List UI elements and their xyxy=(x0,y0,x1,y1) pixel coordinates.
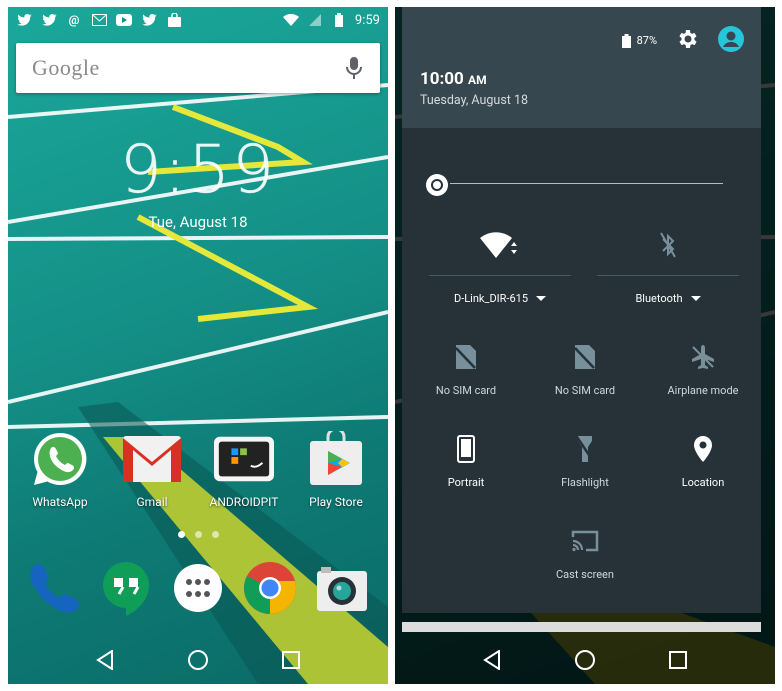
tile-label: Portrait xyxy=(447,476,485,489)
app-androidpit[interactable]: ANDROIDPIT xyxy=(201,429,287,509)
bluetooth-off-icon xyxy=(597,232,739,260)
tile-label: Flashlight xyxy=(561,476,609,489)
shopping-bag-icon xyxy=(166,13,182,27)
wifi-icon xyxy=(429,232,571,260)
app-label: WhatsApp xyxy=(32,495,88,509)
play-store-icon xyxy=(306,429,366,489)
tile-label: No SIM card xyxy=(435,384,497,397)
twitter-icon xyxy=(16,13,32,27)
battery-icon xyxy=(621,33,631,48)
chevron-down-icon[interactable] xyxy=(690,296,701,301)
back-button[interactable] xyxy=(478,646,506,674)
rotation-tile[interactable]: Portrait xyxy=(407,434,525,504)
home-app-row: WhatsApp Gmail ANDROIDPIT Play Store xyxy=(8,429,388,509)
navigation-bar xyxy=(395,636,775,684)
phone-icon[interactable] xyxy=(25,559,83,617)
tile-label: Cast screen xyxy=(556,568,614,581)
qs-clock-time: 10:00 xyxy=(420,69,464,89)
google-logo: Google xyxy=(32,55,100,80)
bluetooth-tile[interactable]: Bluetooth xyxy=(597,228,739,318)
recents-button[interactable] xyxy=(664,646,692,674)
settings-gear-icon[interactable] xyxy=(675,27,699,54)
youtube-icon xyxy=(116,13,132,27)
wifi-network-name: D-Link_DIR-615 xyxy=(453,292,529,305)
clock-widget-date: Tue, August 18 xyxy=(148,213,248,231)
app-gmail[interactable]: Gmail xyxy=(109,429,195,509)
page-dot xyxy=(194,531,202,538)
home-screen: @ 9:59 Google 9:59 Tue, August 18 WhatsA… xyxy=(8,7,388,684)
chevron-down-icon[interactable] xyxy=(536,296,547,301)
wifi-icon xyxy=(282,13,299,27)
user-account-icon[interactable] xyxy=(717,25,745,56)
panel-drag-handle[interactable] xyxy=(402,622,761,632)
app-label: Play Store xyxy=(309,495,363,509)
twitter-icon xyxy=(141,13,157,27)
battery-percent: 87% xyxy=(636,34,657,47)
battery-icon xyxy=(331,13,347,27)
androidpit-icon xyxy=(214,429,274,489)
quick-settings-panel: D-Link_DIR-615 Bluetooth No SIM card No … xyxy=(402,128,761,613)
home-button[interactable] xyxy=(571,646,599,674)
gmail-notification-icon xyxy=(91,13,107,27)
status-time: 9:59 xyxy=(354,12,380,28)
battery-status[interactable]: 87% xyxy=(621,33,657,48)
status-bar: @ 9:59 xyxy=(8,7,388,33)
location-tile[interactable]: Location xyxy=(644,434,762,504)
qs-clock[interactable]: 10:00 AM xyxy=(420,69,487,89)
app-play-store[interactable]: Play Store xyxy=(293,429,379,509)
gmail-icon xyxy=(122,429,182,489)
quick-settings-header: 87% 10:00 AM Tuesday, August 18 xyxy=(402,7,761,128)
cast-screen-tile[interactable]: Cast screen xyxy=(526,526,644,596)
app-drawer-icon[interactable] xyxy=(169,559,227,617)
dock xyxy=(8,559,388,617)
flashlight-tile[interactable]: Flashlight xyxy=(526,434,644,504)
flashlight-icon xyxy=(575,434,595,464)
app-whatsapp[interactable]: WhatsApp xyxy=(17,429,103,509)
clock-widget-time[interactable]: 9:59 xyxy=(8,131,388,209)
twitter-icon xyxy=(41,13,57,27)
navigation-bar xyxy=(8,636,388,684)
no-sim-icon xyxy=(574,342,596,372)
back-button[interactable] xyxy=(91,646,119,674)
tile-label: No SIM card xyxy=(554,384,616,397)
page-dot xyxy=(211,531,219,538)
qs-clock-ampm: AM xyxy=(468,73,487,87)
at-sign-icon: @ xyxy=(68,13,80,27)
recents-button[interactable] xyxy=(277,646,305,674)
brightness-slider[interactable] xyxy=(424,174,723,196)
page-indicator xyxy=(8,531,388,538)
qs-date[interactable]: Tuesday, August 18 xyxy=(420,93,528,108)
airplane-mode-tile[interactable]: Airplane mode xyxy=(644,342,762,412)
no-sim-icon xyxy=(455,342,477,372)
quick-settings-screen: 87% 10:00 AM Tuesday, August 18 D-Link_D… xyxy=(395,7,775,684)
google-search-bar[interactable]: Google xyxy=(16,43,380,93)
app-label: ANDROIDPIT xyxy=(209,495,279,509)
whatsapp-icon xyxy=(30,429,90,489)
camera-icon[interactable] xyxy=(313,559,371,617)
location-icon xyxy=(693,434,713,464)
microphone-icon[interactable] xyxy=(344,56,364,80)
sim-tile-2[interactable]: No SIM card xyxy=(526,342,644,412)
brightness-track[interactable] xyxy=(450,183,723,184)
no-signal-icon xyxy=(307,13,323,27)
chrome-icon[interactable] xyxy=(241,559,299,617)
tile-label: Airplane mode xyxy=(667,384,739,397)
home-button[interactable] xyxy=(184,646,212,674)
page-dot xyxy=(177,531,185,538)
wifi-tile[interactable]: D-Link_DIR-615 xyxy=(429,228,571,318)
app-label: Gmail xyxy=(136,495,168,509)
airplane-icon xyxy=(690,342,716,372)
sim-tile-1[interactable]: No SIM card xyxy=(407,342,525,412)
cast-icon xyxy=(570,526,600,556)
bluetooth-label: Bluetooth xyxy=(635,292,683,305)
hangouts-icon[interactable] xyxy=(97,559,155,617)
portrait-icon xyxy=(457,434,475,464)
brightness-icon xyxy=(424,172,450,198)
tile-label: Location xyxy=(681,476,725,489)
